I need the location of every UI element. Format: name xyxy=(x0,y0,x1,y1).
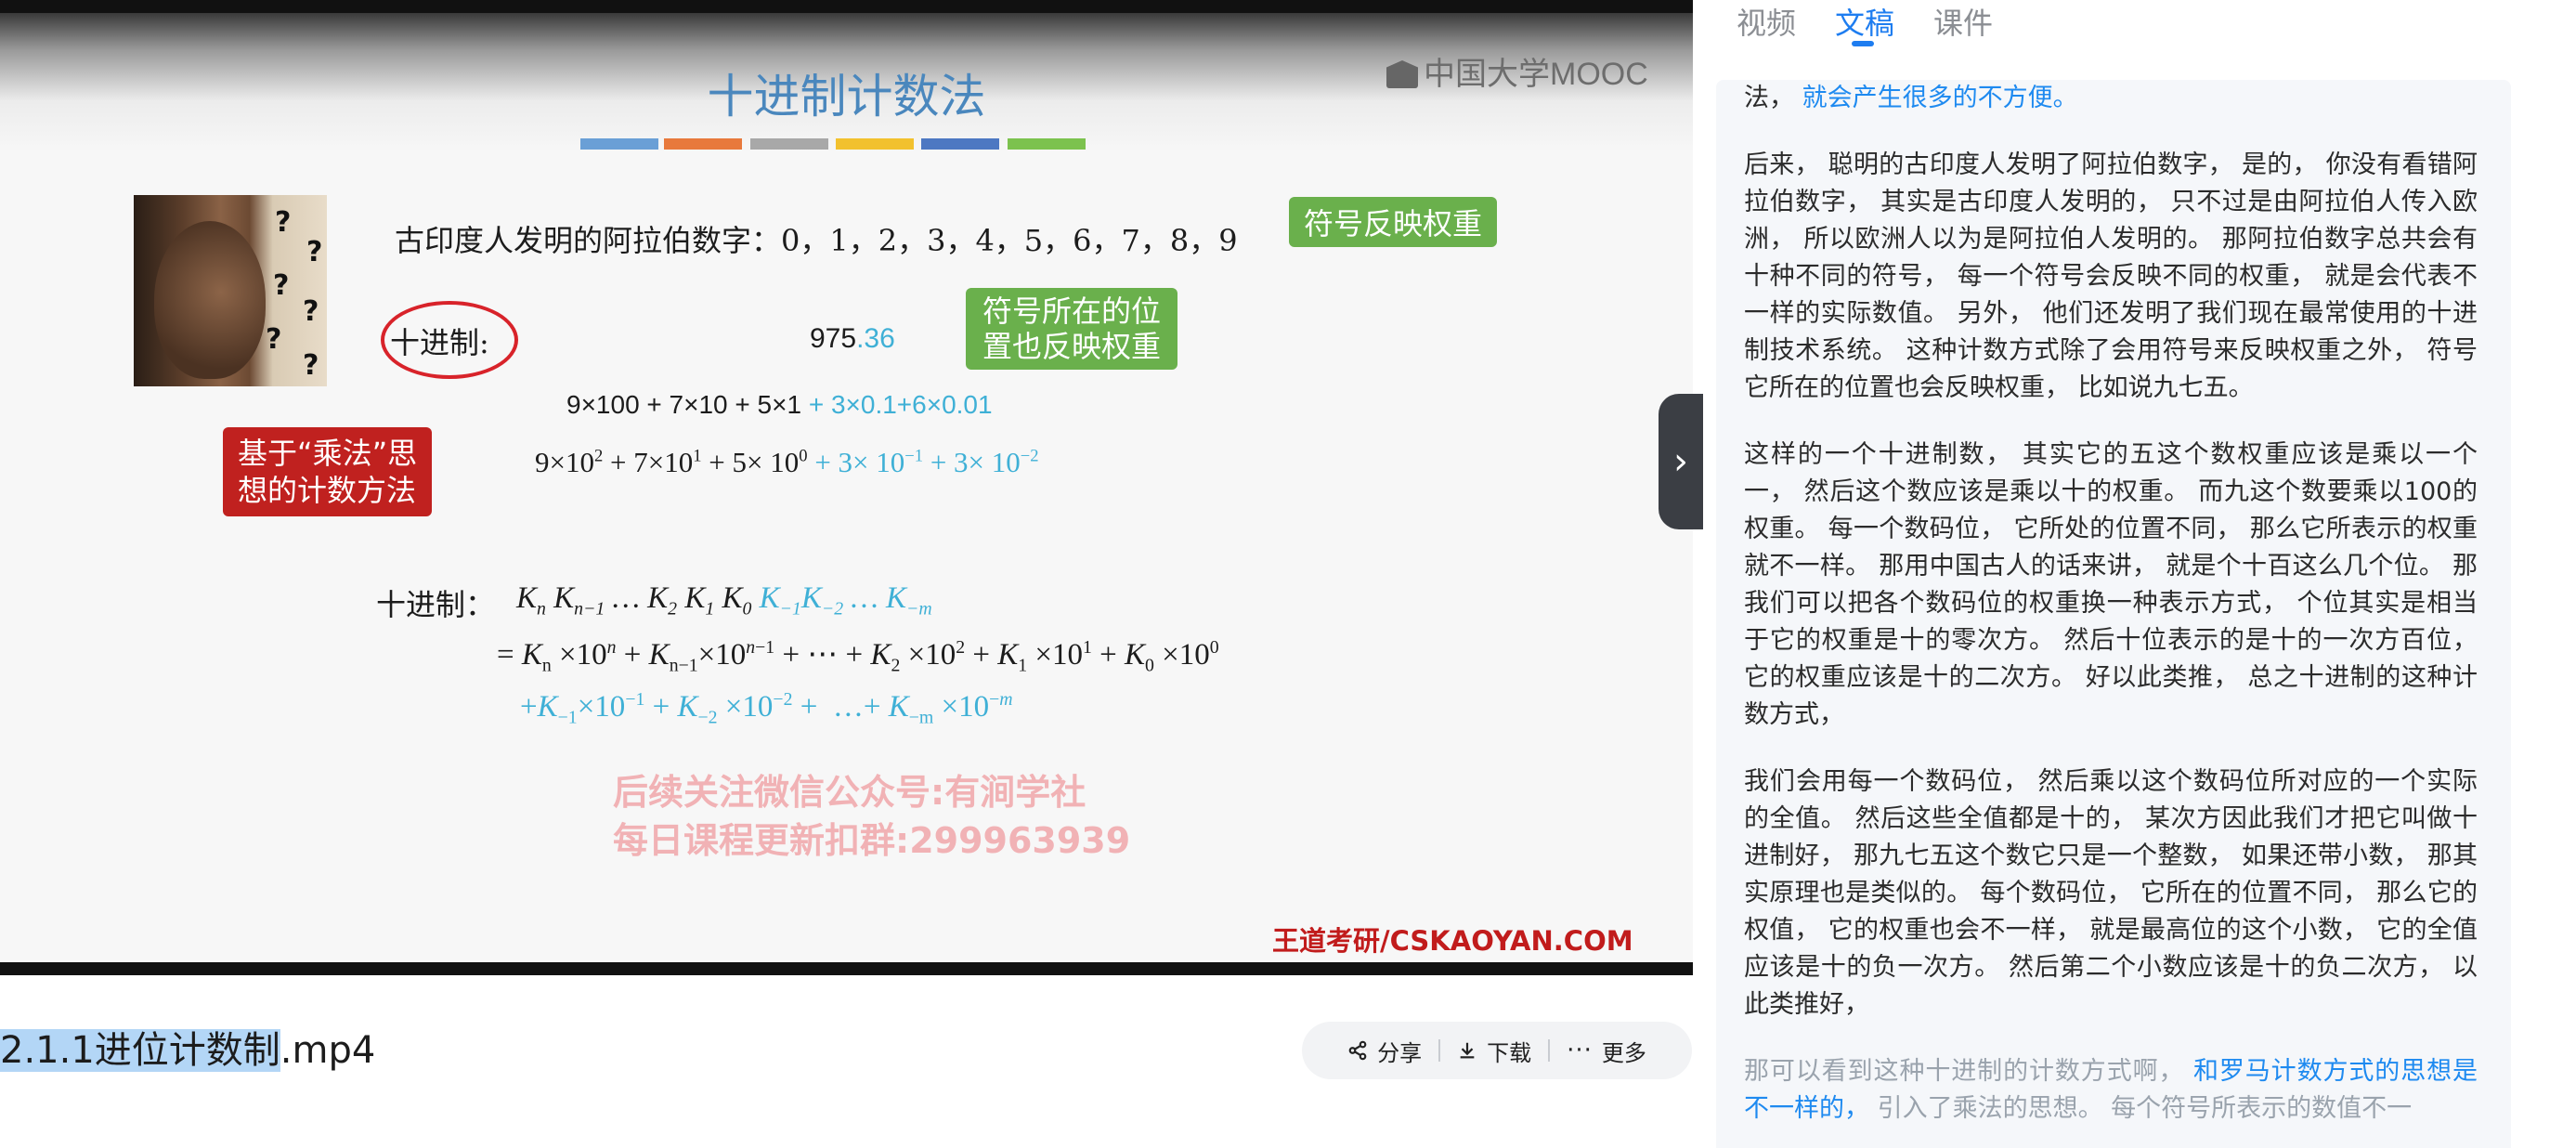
color-bar-3 xyxy=(750,138,828,150)
transcript-paragraph: 那可以看到这种十进制的计数方式啊， 和罗马计数方式的思想是不一样的， 引入了乘法… xyxy=(1716,1053,2511,1128)
tab-transcript[interactable]: 文稿 xyxy=(1835,0,1894,46)
watermark-line-1: 后续关注微信公众号:有涧学社 xyxy=(613,772,1086,813)
number-fraction-part: .36 xyxy=(856,323,895,354)
arabic-numerals-line: 古印度人发明的阿拉伯数字：0，1，2，3，4，5，6，7，8，9 xyxy=(395,223,1238,258)
formula-line-2: = Kn ×10n + Kn−1×10n−1 + ⋯ + K2 ×102 + K… xyxy=(497,637,1219,676)
share-button[interactable]: 分享 xyxy=(1331,1035,1438,1067)
decimal-label-2: 十进制： xyxy=(376,587,496,622)
download-label: 下载 xyxy=(1487,1039,1532,1066)
download-button[interactable]: 下载 xyxy=(1440,1035,1548,1067)
transcript-panel[interactable]: 法， 就会产生很多的不方便。 后来， 聪明的古印度人发明了阿拉伯数字， 是的， … xyxy=(1716,80,2511,1148)
transcript-paragraph: 法， 就会产生很多的不方便。 xyxy=(1716,80,2511,117)
transcript-text: 引入了乘法的思想。 每个符号所表示的数值不一 xyxy=(1877,1094,2413,1123)
color-bar-2 xyxy=(664,138,742,150)
ellipsis-icon: ··· xyxy=(1567,1037,1593,1064)
number-integer-part: 975 xyxy=(810,323,857,354)
transcript-paragraph: 这样的一个十进制数， 其实它的五这个数权重应该是乘以一个一， 然后这个数应该是乘… xyxy=(1744,440,2478,729)
expansion-line-1: 9×100 + 7×10 + 5×1 + 3×0.1+6×0.01 xyxy=(566,390,993,420)
bubble-position-line-2: 置也反映权重 xyxy=(982,329,1162,364)
share-icon xyxy=(1348,1040,1367,1061)
color-bar-1 xyxy=(580,138,658,150)
bubble-position-weight: 符号所在的位 置也反映权重 xyxy=(966,288,1178,370)
expansion-blue: + 3×0.1+6×0.01 xyxy=(808,390,993,419)
mooc-logo-icon xyxy=(1386,60,1418,88)
panel-tabs: 视频 文稿 课件 xyxy=(1737,0,1993,46)
chevron-right-icon: › xyxy=(1673,440,1688,483)
method-line-2: 想的计数方法 xyxy=(238,473,417,508)
more-label: 更多 xyxy=(1601,1039,1646,1066)
formula-line-3: +K−1×10−1 + K−2 ×10−2 + …+ K−m ×10−m xyxy=(520,689,1013,728)
tab-courseware[interactable]: 课件 xyxy=(1933,0,1993,46)
formula-line-1: Kn Kn−1 … K2 K1 K0 K−1K−2 … K−m xyxy=(516,581,932,620)
watermark-line-2: 每日课程更新扣群:299963939 xyxy=(613,820,1131,861)
video-player[interactable]: 十进制计数法 中国大学MOOC ? ? ? ? ? ? 古印度人发明的阿拉伯数字… xyxy=(0,0,1693,975)
video-file-name: 2.1.1进位计数制.mp4 xyxy=(0,1023,375,1078)
download-icon xyxy=(1460,1042,1475,1059)
decimal-label: 十进制: xyxy=(390,325,489,360)
transcript-paragraph: 后来， 聪明的古印度人发明了阿拉伯数字， 是的， 你没有看错阿拉伯数字， 其实是… xyxy=(1744,150,2478,402)
bubble-position-line-1: 符号所在的位 xyxy=(982,294,1162,329)
tab-video[interactable]: 视频 xyxy=(1737,0,1796,46)
action-bar: 分享 下载 ··· 更多 xyxy=(1302,1022,1692,1079)
expansion-line-2: 9×102 + 7×101 + 5× 100 + 3× 10−1 + 3× 10… xyxy=(535,446,1039,478)
mooc-logo-text: 中国大学MOOC xyxy=(1424,57,1648,92)
more-button[interactable]: ··· 更多 xyxy=(1550,1035,1663,1067)
next-arrow-button[interactable]: › xyxy=(1659,394,1703,529)
transcript-text: 那可以看到这种十进制的计数方式啊， xyxy=(1744,1057,2185,1086)
color-bar-6 xyxy=(1008,138,1086,150)
file-name-selected: 2.1.1进位计数制 xyxy=(0,1029,280,1072)
transcript-text: 法， xyxy=(1744,84,1794,112)
color-bar-5 xyxy=(921,138,999,150)
method-line-1: 基于“乘法”思 xyxy=(238,436,418,471)
confused-face-image: ? ? ? ? ? ? xyxy=(134,195,327,386)
share-label: 分享 xyxy=(1377,1039,1423,1066)
mooc-logo: 中国大学MOOC xyxy=(1386,48,1648,94)
file-name-ext: .mp4 xyxy=(280,1029,376,1072)
expansion-black: 9×100 + 7×10 + 5×1 xyxy=(566,390,802,419)
bubble-multiplication-method: 基于“乘法”思 想的计数方法 xyxy=(223,427,433,516)
number-975-36: 975.36 xyxy=(810,323,895,355)
transcript-paragraph: 我们会用每一个数码位， 然后乘以这个数码位所对应的一个实际的全值。 然后这些全值… xyxy=(1744,767,2478,1019)
video-frame: 十进制计数法 中国大学MOOC ? ? ? ? ? ? 古印度人发明的阿拉伯数字… xyxy=(0,13,1693,962)
color-bar-4 xyxy=(836,138,914,150)
transcript-highlight: 就会产生很多的不方便。 xyxy=(1802,84,2078,112)
bubble-symbol-weight: 符号反映权重 xyxy=(1289,197,1498,247)
brand-watermark: 王道考研/CSKAOYAN.COM xyxy=(1272,925,1633,957)
